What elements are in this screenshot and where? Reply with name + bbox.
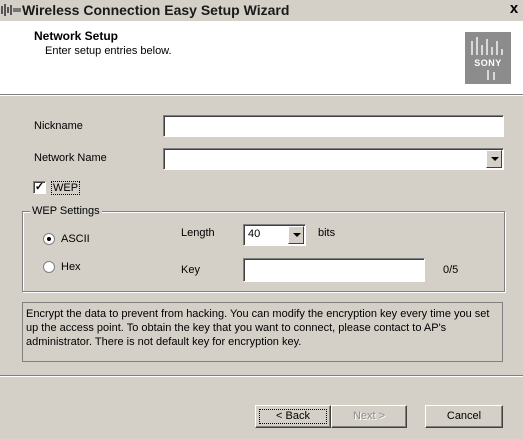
back-button[interactable]: < Back [255,405,331,428]
close-button[interactable]: x [507,1,521,17]
network-name-dropdown-button[interactable] [486,150,502,168]
chevron-down-icon [491,157,499,161]
length-label: Length [181,227,215,239]
key-input[interactable] [243,258,425,282]
chevron-down-icon [293,233,301,237]
wep-settings-title: WEP Settings [30,205,102,217]
network-name-combobox[interactable] [163,148,504,170]
length-dropdown-button[interactable] [288,226,304,244]
header-divider [0,95,523,96]
nickname-input[interactable] [163,115,504,137]
length-select[interactable]: 40 [243,224,306,246]
hex-radio[interactable] [43,261,55,273]
setup-wizard-window: Wireless Connection Easy Setup Wizard x … [0,0,523,439]
window-title: Wireless Connection Easy Setup Wizard [22,2,290,18]
next-button-label: Next > [352,410,386,422]
wep-label[interactable]: WEP [51,181,81,195]
network-name-label: Network Name [34,152,107,164]
nickname-label: Nickname [34,120,83,132]
length-value: 40 [248,228,261,240]
key-label: Key [181,264,200,276]
next-button[interactable]: Next > [331,405,407,428]
key-counter: 0/5 [443,264,459,276]
title-bar: Wireless Connection Easy Setup Wizard x [0,0,523,21]
description-text: Encrypt the data to prevent from hacking… [22,302,503,362]
length-unit: bits [318,227,336,239]
page-title: Network Setup [34,29,119,43]
hex-label[interactable]: Hex [61,261,81,273]
cancel-button[interactable]: Cancel [425,405,503,428]
wep-checkbox[interactable]: ✓ [33,181,46,194]
footer-divider [0,375,523,377]
wireless-app-icon [1,4,21,16]
sony-logo: SONY [465,32,511,84]
logo-text: SONY [474,58,502,68]
wizard-header: Network Setup Enter setup entries below.… [0,21,523,95]
ascii-radio[interactable] [43,233,55,245]
page-subtitle: Enter setup entries below. [45,45,172,57]
cancel-button-label: Cancel [446,410,482,422]
ascii-label[interactable]: ASCII [61,233,90,245]
